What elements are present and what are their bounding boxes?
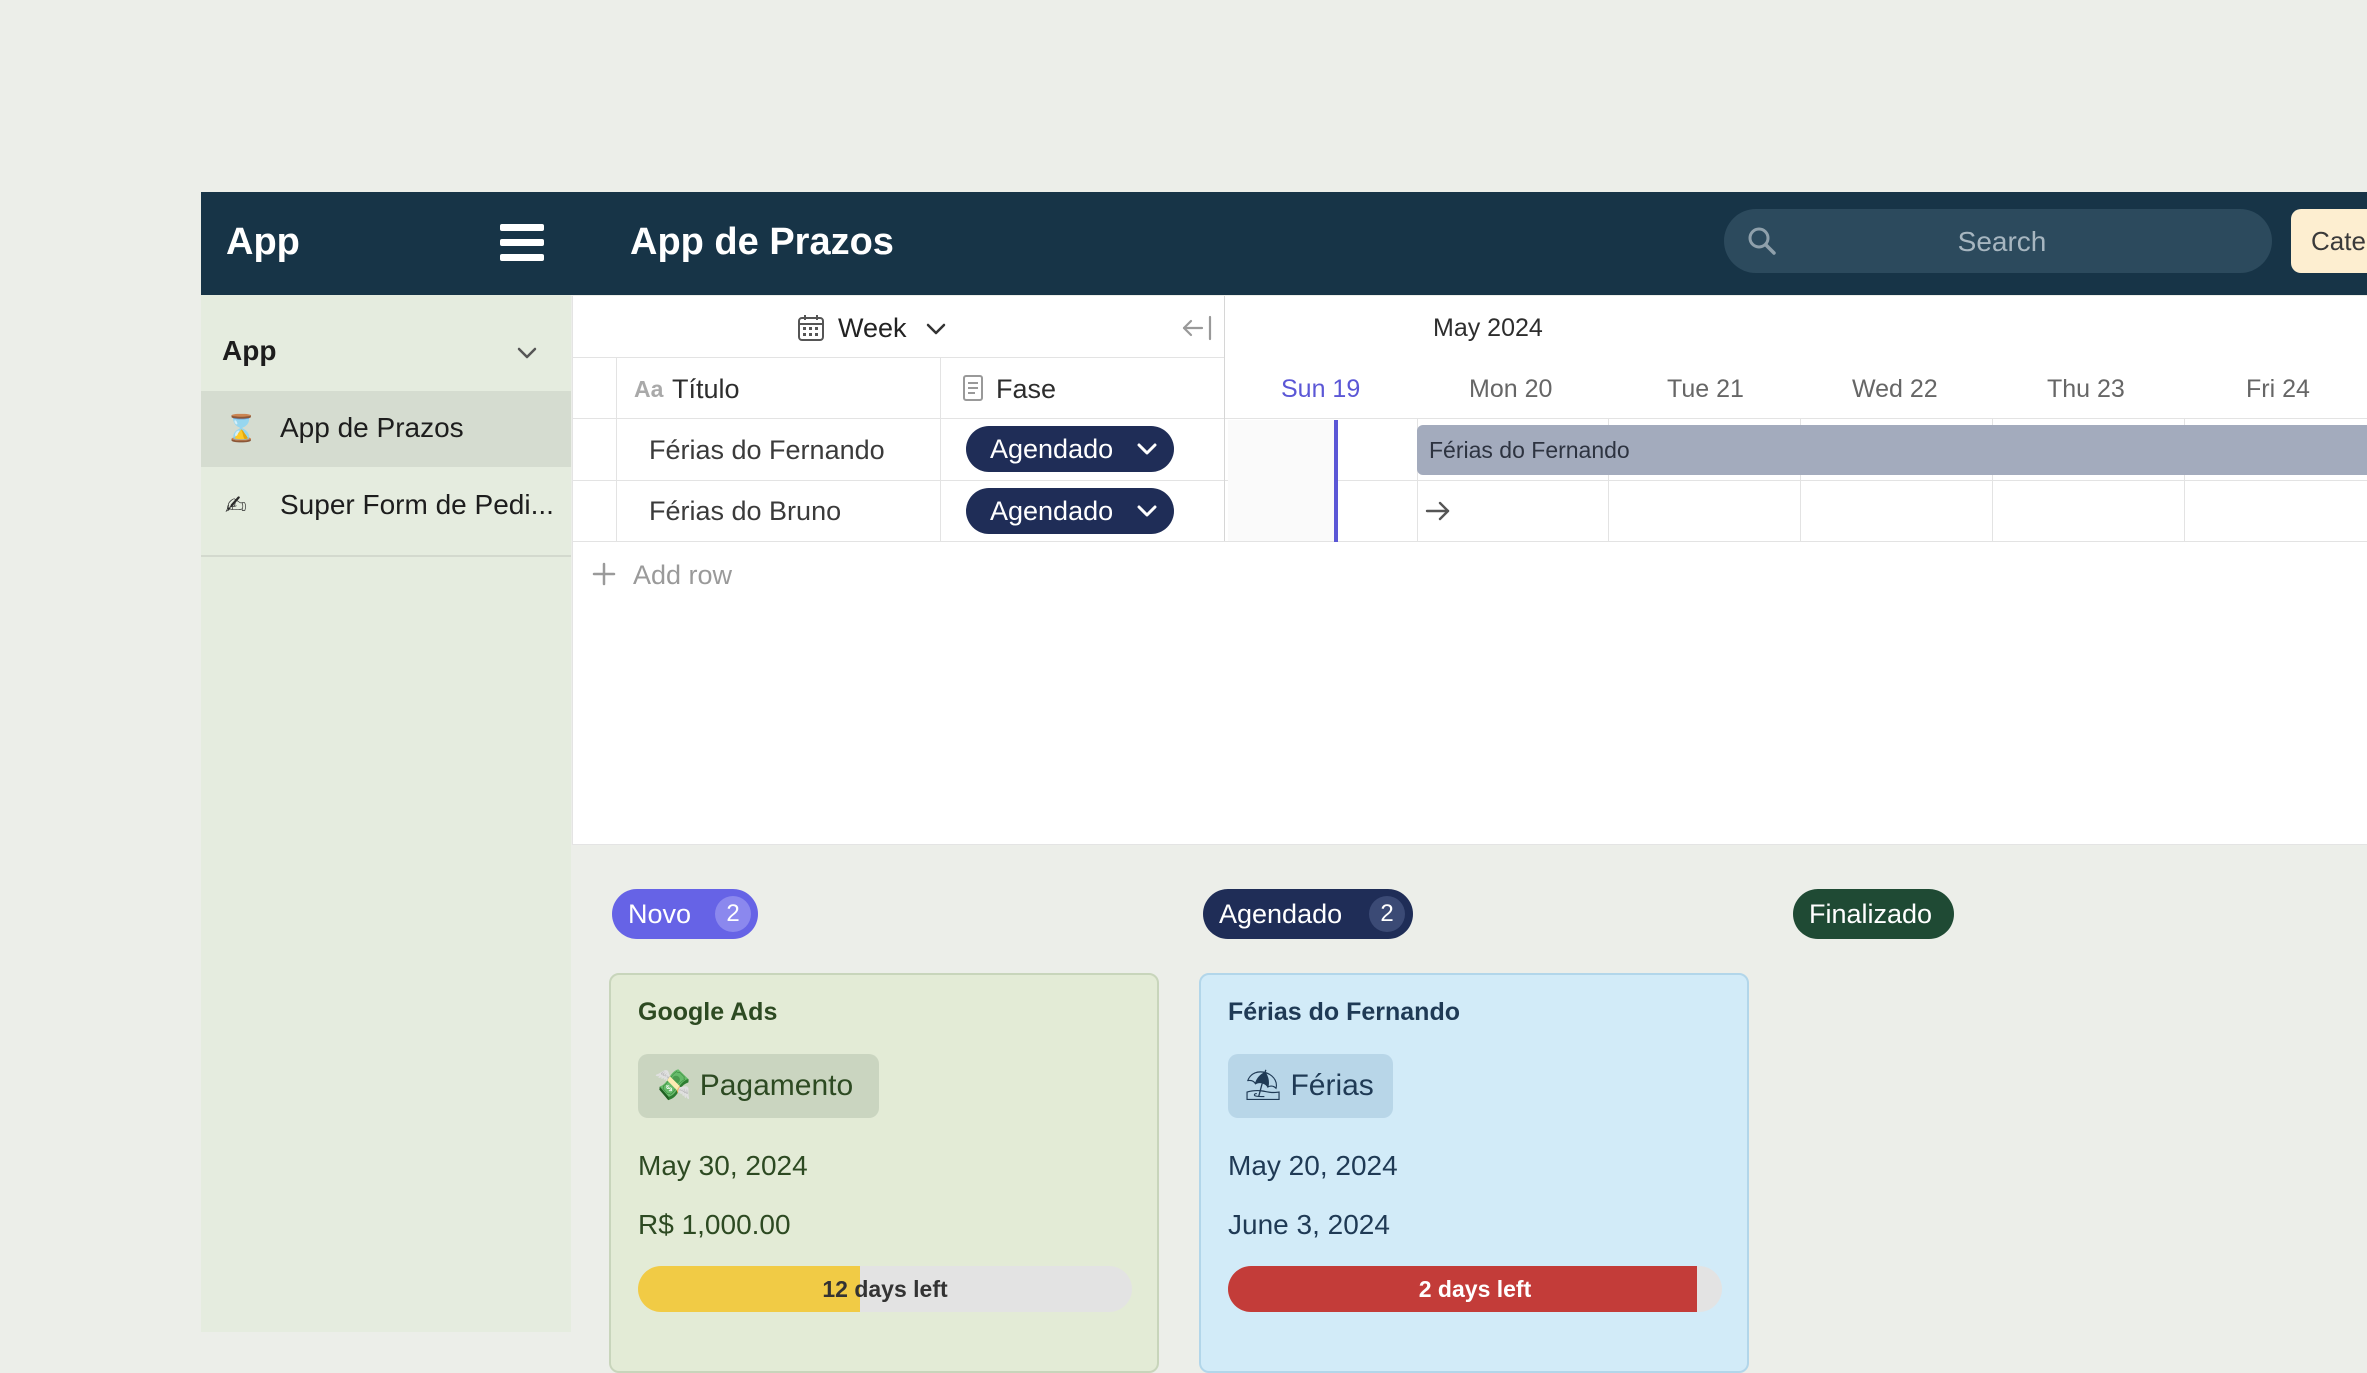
day-header: Wed 22 bbox=[1852, 375, 1938, 403]
progress-label: 12 days left bbox=[822, 1276, 948, 1302]
hourglass-icon: ⌛ bbox=[225, 413, 258, 443]
today-marker bbox=[1334, 420, 1338, 542]
day-header: Mon 20 bbox=[1469, 375, 1553, 403]
text-type-icon: Aa bbox=[634, 376, 664, 402]
phase-select[interactable]: Agendado bbox=[966, 488, 1174, 534]
day-header: Fri 24 bbox=[2246, 375, 2310, 403]
divider bbox=[573, 357, 1225, 358]
group-name: Novo bbox=[628, 899, 692, 929]
card-date: May 20, 2024 bbox=[1228, 1150, 1398, 1181]
sidebar-section-title[interactable]: App bbox=[222, 335, 276, 367]
sidebar-item-app-de-prazos[interactable]: ⌛ App de Prazos bbox=[201, 391, 571, 467]
card-tag: 💸 Pagamento bbox=[638, 1054, 879, 1118]
progress-label: 2 days left bbox=[1418, 1276, 1532, 1302]
calendar-icon bbox=[798, 315, 824, 341]
add-row-button[interactable]: Add row bbox=[633, 557, 732, 593]
card-date: June 3, 2024 bbox=[1228, 1209, 1390, 1240]
divider bbox=[1224, 296, 1225, 541]
day-header: Thu 23 bbox=[2047, 375, 2125, 403]
month-label: May 2024 bbox=[1433, 314, 1543, 342]
deadline-progress: 12 days left bbox=[638, 1266, 1132, 1312]
beach-umbrella-icon: ⛱ bbox=[1244, 1069, 1283, 1102]
group-name: Agendado bbox=[1219, 899, 1343, 929]
chevron-down-icon[interactable] bbox=[514, 340, 540, 366]
tag-label: Pagamento bbox=[699, 1069, 854, 1102]
document-icon bbox=[963, 375, 983, 401]
arrow-right-icon[interactable] bbox=[1424, 497, 1452, 525]
group-count-badge: 2 bbox=[1369, 896, 1405, 932]
card-title: Google Ads bbox=[638, 998, 778, 1026]
group-header-agendado[interactable]: Agendado 2 bbox=[1203, 889, 1413, 939]
writing-hand-icon: ✍ bbox=[225, 490, 247, 520]
today-column bbox=[1228, 420, 1336, 541]
column-header-phase[interactable]: Fase bbox=[996, 372, 1056, 406]
sidebar-divider bbox=[201, 555, 571, 557]
view-selector[interactable]: Week bbox=[838, 310, 907, 346]
group-header-novo[interactable]: Novo 2 bbox=[612, 889, 758, 939]
phase-value: Agendado bbox=[990, 496, 1114, 526]
card-amount: R$ 1,000.00 bbox=[638, 1209, 791, 1240]
collapse-left-icon[interactable] bbox=[1180, 312, 1214, 344]
sidebar-item-label: App de Prazos bbox=[280, 412, 464, 443]
sidebar-item-super-form[interactable]: ✍ Super Form de Pedi... bbox=[201, 468, 571, 544]
divider bbox=[616, 357, 617, 541]
row-title[interactable]: Férias do Bruno bbox=[649, 493, 841, 529]
chevron-down-icon bbox=[1137, 505, 1157, 517]
gantt-bar[interactable]: Férias do Fernando bbox=[1417, 425, 2367, 475]
day-header-today: Sun 19 bbox=[1281, 375, 1361, 403]
search-input[interactable] bbox=[1800, 209, 2204, 275]
app-brand[interactable]: App bbox=[226, 212, 300, 272]
column-header-title[interactable]: Título bbox=[672, 372, 740, 406]
group-count-badge: 2 bbox=[715, 896, 751, 932]
tag-label: Férias bbox=[1290, 1069, 1374, 1102]
row-title[interactable]: Férias do Fernando bbox=[649, 432, 885, 468]
divider bbox=[573, 418, 2367, 419]
day-header: Tue 21 bbox=[1667, 375, 1744, 403]
phase-select[interactable]: Agendado bbox=[966, 426, 1174, 472]
card-date: May 30, 2024 bbox=[638, 1150, 808, 1181]
category-button[interactable]: Cate bbox=[2291, 209, 2367, 273]
deadline-progress: 2 days left bbox=[1228, 1266, 1722, 1312]
money-icon: 💸 bbox=[654, 1069, 692, 1102]
divider bbox=[573, 480, 2367, 481]
chevron-down-icon[interactable] bbox=[924, 318, 948, 340]
group-header-finalizado[interactable]: Finalizado bbox=[1793, 889, 1954, 939]
card-tag: ⛱ Férias bbox=[1228, 1054, 1393, 1118]
plus-icon[interactable] bbox=[592, 562, 616, 586]
page-title: App de Prazos bbox=[630, 221, 894, 263]
divider bbox=[940, 357, 941, 541]
card-title: Férias do Fernando bbox=[1228, 998, 1460, 1026]
menu-icon[interactable] bbox=[500, 224, 544, 262]
phase-value: Agendado bbox=[990, 434, 1114, 464]
chevron-down-icon bbox=[1137, 443, 1157, 455]
search-icon bbox=[1748, 227, 1776, 255]
sidebar-item-label: Super Form de Pedi... bbox=[280, 489, 554, 520]
group-name: Finalizado bbox=[1809, 899, 1933, 929]
divider bbox=[573, 541, 2367, 542]
